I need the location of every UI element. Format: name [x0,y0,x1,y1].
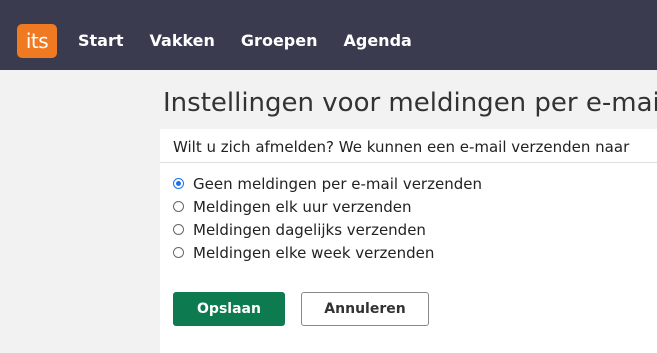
left-sidebar [0,70,147,353]
top-navigation-bar: its Start Vakken Groepen Agenda [0,0,657,70]
option-label: Geen meldingen per e-mail verzenden [193,174,482,193]
nav-item-vakken[interactable]: Vakken [150,31,215,50]
option-weekly[interactable]: Meldingen elke week verzenden [173,241,482,264]
page-title: Instellingen voor meldingen per e-mail [163,88,657,118]
radio-no-email[interactable] [173,178,184,189]
radio-daily[interactable] [173,224,184,235]
radio-weekly[interactable] [173,247,184,258]
option-label: Meldingen dagelijks verzenden [193,220,426,239]
radio-hourly[interactable] [173,201,184,212]
notification-frequency-options: Geen meldingen per e-mail verzenden Meld… [173,172,482,264]
option-daily[interactable]: Meldingen dagelijks verzenden [173,218,482,241]
divider [160,162,657,163]
nav-item-agenda[interactable]: Agenda [343,31,411,50]
save-button[interactable]: Opslaan [173,292,285,326]
nav-item-start[interactable]: Start [78,31,124,50]
unsubscribe-intro-text: Wilt u zich afmelden? We kunnen een e-ma… [173,138,630,156]
option-hourly[interactable]: Meldingen elk uur verzenden [173,195,482,218]
its-logo[interactable]: its [17,24,57,58]
main-nav: Start Vakken Groepen Agenda [78,31,438,50]
nav-item-groepen[interactable]: Groepen [241,31,318,50]
option-label: Meldingen elke week verzenden [193,243,435,262]
option-label: Meldingen elk uur verzenden [193,197,412,216]
option-no-email[interactable]: Geen meldingen per e-mail verzenden [173,172,482,195]
cancel-button[interactable]: Annuleren [301,292,429,326]
